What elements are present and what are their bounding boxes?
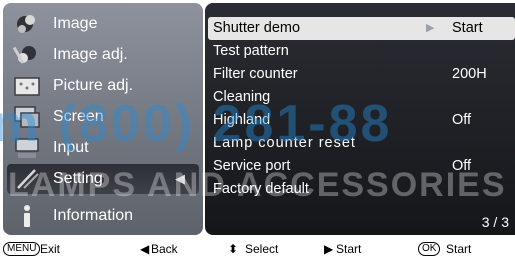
row-label: Factory default bbox=[213, 181, 309, 197]
exit-hint: Exit bbox=[40, 242, 61, 256]
triangle-left-icon: ◀ bbox=[140, 242, 150, 256]
menu-item-label: Image bbox=[53, 15, 98, 32]
menu-item-label: Screen bbox=[53, 108, 104, 125]
menu-item-label: Image adj. bbox=[53, 46, 128, 63]
row-cleaning[interactable]: Cleaning bbox=[208, 86, 515, 109]
menu-item-picture-adj[interactable]: Picture adj. bbox=[7, 71, 199, 101]
row-value: Off bbox=[452, 158, 472, 174]
triangle-right-icon: ▶ bbox=[426, 22, 435, 34]
row-value: Start bbox=[452, 20, 483, 36]
row-test-pattern[interactable]: Test pattern bbox=[208, 40, 515, 63]
row-value: Off bbox=[452, 112, 472, 128]
menu-item-label: Input bbox=[53, 139, 89, 156]
row-lamp-counter-reset[interactable]: Lamp counter reset bbox=[208, 132, 515, 155]
row-label: Filter counter bbox=[213, 66, 298, 82]
setting-icon bbox=[13, 166, 41, 192]
menu-item-label: Picture adj. bbox=[53, 77, 134, 94]
projector-menu-screen: Image Image adj. Picture adj. Screen Inp… bbox=[0, 0, 515, 257]
row-shutter-demo[interactable]: Shutter demo ▶ Start bbox=[208, 17, 515, 40]
menu-key: MENU bbox=[3, 242, 41, 256]
menu-item-image[interactable]: Image bbox=[7, 9, 199, 39]
up-down-icon: ⬍ bbox=[228, 242, 239, 256]
back-hint: Back bbox=[151, 242, 178, 256]
menu-item-input[interactable]: Input bbox=[7, 133, 199, 163]
ok-key: OK bbox=[418, 242, 441, 256]
setting-submenu-panel: Shutter demo ▶ Start Test pattern Filter… bbox=[205, 3, 515, 235]
menu-item-screen[interactable]: Screen bbox=[7, 102, 199, 132]
menu-item-label: Setting bbox=[53, 170, 103, 187]
row-value: 200H bbox=[452, 66, 487, 82]
ok-start-hint: Start bbox=[446, 242, 472, 256]
row-label: Test pattern bbox=[213, 43, 289, 59]
help-bar: MENU Exit ◀ Back ⬍ Select ▶ Start OK Sta… bbox=[0, 241, 515, 257]
row-filter-counter[interactable]: Filter counter 200H bbox=[208, 63, 515, 86]
main-menu-panel: Image Image adj. Picture adj. Screen Inp… bbox=[3, 3, 203, 235]
picture-adj-icon bbox=[13, 73, 41, 99]
start-hint: Start bbox=[336, 242, 362, 256]
row-label: Lamp counter reset bbox=[213, 135, 356, 151]
menu-item-label: Information bbox=[53, 207, 134, 224]
row-factory-default[interactable]: Factory default bbox=[208, 178, 515, 201]
menu-item-information[interactable]: Information bbox=[7, 201, 199, 231]
screen-icon bbox=[13, 104, 41, 130]
select-hint: Select bbox=[245, 242, 279, 256]
triangle-left-icon: ◀ bbox=[175, 171, 185, 186]
triangle-right-icon: ▶ bbox=[324, 242, 334, 256]
information-icon bbox=[13, 203, 41, 229]
row-label: Highland bbox=[213, 112, 271, 128]
row-label: Cleaning bbox=[213, 89, 271, 105]
row-service-port[interactable]: Service port Off bbox=[208, 155, 515, 178]
image-icon bbox=[13, 11, 41, 37]
menu-item-image-adj[interactable]: Image adj. bbox=[7, 40, 199, 70]
menu-item-setting[interactable]: Setting ◀ bbox=[7, 164, 199, 194]
page-indicator: 3 / 3 bbox=[481, 214, 509, 230]
input-icon bbox=[13, 135, 41, 161]
image-adj-icon bbox=[12, 42, 41, 68]
row-highland[interactable]: Highland Off bbox=[208, 109, 515, 132]
row-label: Service port bbox=[213, 158, 291, 174]
row-label: Shutter demo bbox=[213, 20, 301, 36]
